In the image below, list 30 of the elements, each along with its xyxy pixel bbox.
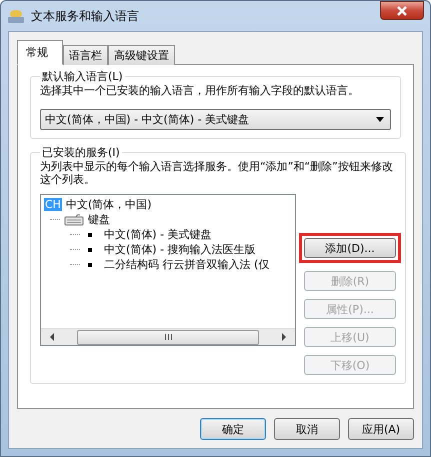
dialog-button[interactable]: 应用(A) bbox=[348, 418, 414, 440]
description-text: 为列表中显示的每个输入语言选择服务。使用“添加”和“删除”按钮来修改这个列表。 bbox=[40, 160, 394, 186]
language-badge: CH bbox=[44, 198, 62, 211]
tab[interactable]: 常规 bbox=[17, 40, 63, 65]
keyboard-globe-icon bbox=[7, 8, 25, 24]
dialog-button[interactable]: 确定 bbox=[200, 418, 266, 440]
group-legend: 默认输入语言(L) bbox=[40, 69, 125, 84]
window-title: 文本服务和输入语言 bbox=[31, 8, 139, 24]
keyboard-icon bbox=[64, 214, 84, 226]
tree-item[interactable]: 中文(简体，中国) bbox=[66, 197, 152, 212]
dropdown-caret-icon bbox=[376, 117, 384, 122]
scroll-right-arrow-icon[interactable] bbox=[281, 333, 287, 341]
group-legend: 已安装的服务(I) bbox=[40, 145, 122, 160]
close-icon bbox=[396, 6, 408, 16]
tree-item[interactable]: 二分结构码 行云拼音双输入法 (仅 bbox=[104, 257, 270, 272]
tab[interactable]: 语言栏 bbox=[63, 45, 108, 65]
tree-item[interactable]: 中文(简体) - 美式键盘 bbox=[104, 227, 212, 242]
description-text: 选择其中一个已安装的输入语言，用作所有输入字段的默认语言。 bbox=[40, 84, 360, 97]
dialog-button[interactable]: 取消 bbox=[274, 418, 340, 440]
tree-item[interactable]: 键盘 bbox=[88, 212, 110, 227]
bullet-icon bbox=[88, 248, 92, 252]
tree-item[interactable]: 中文(简体) - 搜狗输入法医生版 bbox=[104, 242, 256, 257]
scroll-left-arrow-icon[interactable] bbox=[49, 333, 55, 341]
tab[interactable]: 高级键设置 bbox=[108, 45, 175, 65]
side-button[interactable]: 添加(D)... bbox=[304, 238, 396, 258]
bullet-icon bbox=[88, 262, 92, 266]
bullet-icon bbox=[88, 232, 92, 236]
close-button[interactable] bbox=[380, 1, 424, 20]
horizontal-scrollbar[interactable] bbox=[41, 328, 295, 345]
language-dropdown[interactable]: 中文(简体，中国) - 中文(简体) - 美式键盘 bbox=[40, 109, 391, 130]
